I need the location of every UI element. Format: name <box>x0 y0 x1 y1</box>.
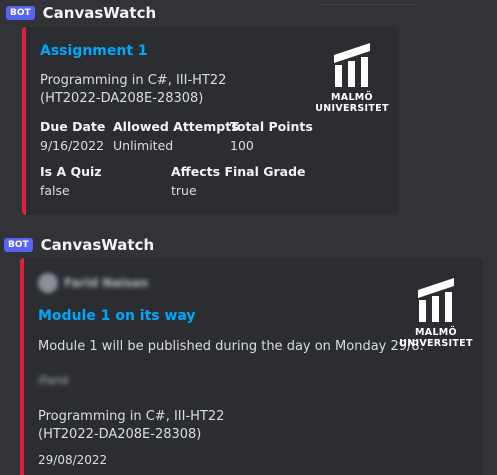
logo-text-line2: UNIVERSITET <box>315 103 389 114</box>
field-name: Total Points <box>230 119 313 134</box>
malmo-logo-mark-icon <box>418 278 454 322</box>
embed-author-name[interactable]: Farid Naisan <box>64 276 148 290</box>
field-name: Affects Final Grade <box>171 164 306 179</box>
field-due-date: Due Date 9/16/2022 <box>40 119 105 153</box>
course-code: (HT2022-DA208E-28308) <box>38 427 202 442</box>
course-code: (HT2022-DA208E-28308) <box>40 91 204 106</box>
assignment-embed: Assignment 1 Programming in C#, III-HT22… <box>22 27 399 215</box>
field-value: false <box>40 183 70 198</box>
top-edge-divider <box>318 0 418 5</box>
malmo-university-logo[interactable]: MALMÖ UNIVERSITET <box>312 41 392 114</box>
field-allowed-attempts: Allowed Attempts Unlimited <box>113 119 239 153</box>
embed-signature: /Farid <box>38 374 69 387</box>
author-name[interactable]: CanvasWatch <box>43 4 157 22</box>
field-total-points: Total Points 100 <box>230 119 313 153</box>
announcement-embed: Farid Naisan Module 1 on its way Module … <box>20 258 483 475</box>
message-header: BOT CanvasWatch <box>4 236 154 254</box>
course-name: Programming in C#, III-HT22 <box>38 409 225 424</box>
bot-tag: BOT <box>4 238 33 252</box>
logo-text-line1: MALMÖ <box>415 327 457 338</box>
field-value: true <box>171 183 197 198</box>
field-name: Due Date <box>40 119 106 134</box>
field-value: Unlimited <box>113 138 174 153</box>
course-name: Programming in C#, III-HT22 <box>40 73 227 88</box>
logo-text-line1: MALMÖ <box>331 92 373 103</box>
message-header: BOT CanvasWatch <box>6 4 156 22</box>
field-value: 100 <box>230 138 254 153</box>
field-is-a-quiz: Is A Quiz false <box>40 164 102 198</box>
embed-footer-date: 29/08/2022 <box>38 453 108 467</box>
logo-text-line2: UNIVERSITET <box>399 338 473 349</box>
embed-description: Module 1 will be published during the da… <box>38 339 424 354</box>
field-value: 9/16/2022 <box>40 138 105 153</box>
field-name: Allowed Attempts <box>113 119 239 134</box>
embed-title-link[interactable]: Assignment 1 <box>40 43 148 59</box>
embed-description: Programming in C#, III-HT22 (HT2022-DA20… <box>40 72 226 108</box>
embed-author-avatar <box>38 273 58 293</box>
malmo-logo-mark-icon <box>334 43 370 87</box>
malmo-university-logo[interactable]: MALMÖ UNIVERSITET <box>396 276 476 349</box>
embed-title-link[interactable]: Module 1 on its way <box>38 308 196 324</box>
field-name: Is A Quiz <box>40 164 102 179</box>
course-info: Programming in C#, III-HT22 (HT2022-DA20… <box>38 408 224 444</box>
field-affects-final-grade: Affects Final Grade true <box>171 164 306 198</box>
author-name[interactable]: CanvasWatch <box>41 236 155 254</box>
bot-tag: BOT <box>6 6 35 20</box>
